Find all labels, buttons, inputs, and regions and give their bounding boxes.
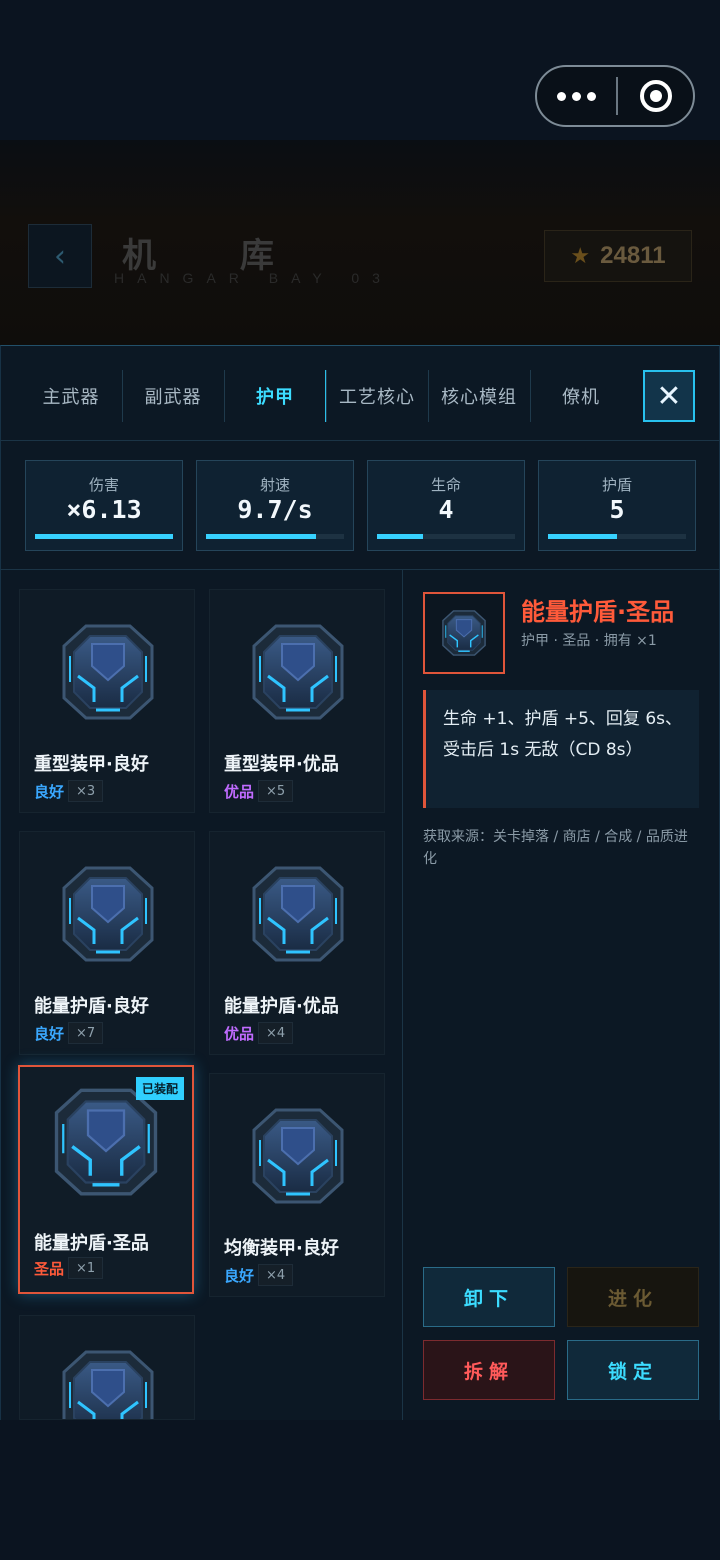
item-name: 能量护盾·圣品 <box>34 1233 149 1254</box>
column-divider <box>402 570 403 1420</box>
quality-label: 优品 <box>224 1024 255 1043</box>
tab-armor[interactable]: 护甲 <box>224 370 327 422</box>
armor-icon <box>62 624 154 720</box>
score-value: 24811 <box>600 242 666 269</box>
detail-description: 生命 +1、护盾 +5、回复 6s、受击后 1s 无敌（CD 8s） <box>423 690 699 808</box>
armor-icon <box>62 1350 154 1419</box>
item-count: ×5 <box>258 780 294 802</box>
stat-value: 9.7/s <box>237 495 313 524</box>
tab-primary-weapon[interactable]: 主武器 <box>20 370 122 422</box>
stat-value: 4 <box>438 495 454 524</box>
more-icon[interactable] <box>537 67 616 125</box>
stat-label: 护盾 <box>601 476 632 494</box>
stat-value: 5 <box>609 495 625 524</box>
quality-label: 良好 <box>34 1024 65 1043</box>
stat-shield: 护盾 5 <box>538 460 696 551</box>
item-count: ×3 <box>68 780 104 802</box>
inventory-card[interactable]: 均衡装甲·良好 良好 ×4 <box>209 1073 385 1297</box>
evolve-button[interactable]: 进化 <box>567 1267 699 1327</box>
inventory-card[interactable]: 重型装甲·良好 良好 ×3 <box>19 589 195 813</box>
stat-fire-rate: 射速 9.7/s <box>196 460 354 551</box>
item-count: ×4 <box>258 1022 294 1044</box>
close-button[interactable]: ✕ <box>643 370 695 422</box>
detail-tags: 护甲 · 圣品 · 拥有 ×1 <box>521 633 657 649</box>
lock-button[interactable]: 锁定 <box>567 1340 699 1400</box>
tab-craft-core[interactable]: 工艺核心 <box>326 370 428 422</box>
stat-value: ×6.13 <box>66 495 142 524</box>
bottom-area <box>0 1420 720 1560</box>
armor-icon <box>252 624 344 720</box>
stats-divider <box>0 569 720 570</box>
inventory-card[interactable]: 能量护盾·优品 优品 ×4 <box>209 831 385 1055</box>
stat-label: 伤害 <box>88 476 119 494</box>
stat-bar <box>206 534 344 539</box>
item-count: ×7 <box>68 1022 104 1044</box>
back-button[interactable]: ‹ <box>28 224 92 288</box>
dismantle-button[interactable]: 拆解 <box>423 1340 555 1400</box>
equipped-badge: 已装配 <box>135 1077 184 1100</box>
category-tabs: 主武器 副武器 护甲 工艺核心 核心模组 僚机 <box>20 370 632 422</box>
stat-health: 生命 4 <box>367 460 525 551</box>
inventory-card[interactable]: 能量护盾·良好 良好 ×7 <box>19 831 195 1055</box>
tab-secondary-weapon[interactable]: 副武器 <box>122 370 224 422</box>
stat-label: 生命 <box>430 476 461 494</box>
miniprogram-capsule <box>535 65 695 127</box>
quality-label: 圣品 <box>34 1259 65 1278</box>
stat-bar <box>35 534 173 539</box>
detail-thumbnail <box>423 592 505 674</box>
inventory-card[interactable]: 重型装甲·优品 优品 ×5 <box>209 589 385 813</box>
item-name: 重型装甲·优品 <box>224 754 339 775</box>
shield-icon <box>54 1088 158 1196</box>
stat-bar <box>377 534 515 539</box>
item-name: 能量护盾·优品 <box>224 996 339 1017</box>
tabs-divider <box>0 440 720 441</box>
close-icon: ✕ <box>656 378 682 414</box>
close-miniprogram-icon[interactable] <box>618 67 693 125</box>
stat-damage: 伤害 ×6.13 <box>25 460 183 551</box>
quality-label: 良好 <box>34 782 65 801</box>
inventory-card-partial[interactable] <box>19 1315 195 1420</box>
inventory-card-selected[interactable]: 已装配 能量护盾·圣品 圣品 ×1 <box>18 1065 194 1294</box>
item-name: 均衡装甲·良好 <box>224 1238 339 1259</box>
shield-icon <box>252 866 344 962</box>
quality-label: 良好 <box>224 1266 255 1285</box>
detail-source: 获取来源：关卡掉落 / 商店 / 合成 / 品质进化 <box>423 829 688 867</box>
shield-icon <box>62 866 154 962</box>
stat-bar <box>548 534 686 539</box>
tab-wingman[interactable]: 僚机 <box>530 370 632 422</box>
stats-row: 伤害 ×6.13 射速 9.7/s 生命 4 护盾 5 <box>25 460 696 551</box>
item-count: ×1 <box>68 1257 104 1279</box>
unequip-button[interactable]: 卸下 <box>423 1267 555 1327</box>
item-name: 重型装甲·良好 <box>34 754 149 775</box>
tab-core-module[interactable]: 核心模组 <box>428 370 530 422</box>
chevron-left-icon: ‹ <box>54 238 66 274</box>
armor-icon <box>252 1108 344 1204</box>
star-icon: ★ <box>570 243 591 269</box>
item-count: ×4 <box>258 1264 294 1286</box>
page-subtitle: HANGAR BAY 03 <box>114 270 393 286</box>
item-name: 能量护盾·良好 <box>34 996 149 1017</box>
detail-title: 能量护盾·圣品 <box>521 598 675 626</box>
score-badge: ★ 24811 <box>544 230 692 282</box>
shield-icon <box>442 610 486 656</box>
quality-label: 优品 <box>224 782 255 801</box>
stat-label: 射速 <box>259 476 290 494</box>
